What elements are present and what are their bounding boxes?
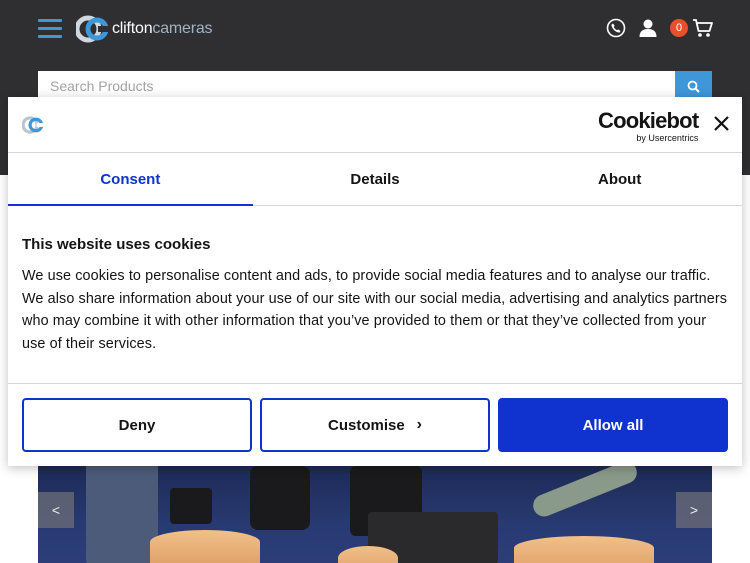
tab-consent[interactable]: Consent [8, 153, 253, 206]
menu-icon[interactable] [38, 19, 62, 39]
banner-pedestal [338, 546, 398, 563]
user-icon[interactable] [638, 18, 658, 38]
banner-scope-image [529, 466, 641, 520]
cookie-tabs: Consent Details About [8, 153, 742, 206]
banner-binoculars-image [250, 466, 310, 530]
cookie-dialog-header: Cookiebot by Usercentrics [8, 97, 742, 153]
cookie-dialog-title: This website uses cookies [22, 236, 211, 253]
cookie-dialog-buttons: Deny Customise › Allow all [22, 398, 728, 452]
basket-count-badge: 0 [670, 19, 688, 37]
cookie-dialog-text: We use cookies to personalise content an… [22, 268, 728, 352]
cookie-dialog-body: This website uses cookies We use cookies… [8, 206, 742, 384]
cookie-consent-dialog: Cookiebot by Usercentrics Consent Detail… [8, 97, 742, 466]
banner-pedestal [150, 530, 260, 563]
banner-person-image [86, 466, 158, 563]
banner-next-button[interactable]: > [676, 492, 712, 528]
banner-action-camera-image [170, 488, 212, 524]
tab-details[interactable]: Details [253, 153, 498, 205]
cookiebot-logo[interactable]: Cookiebot by Usercentrics [598, 108, 699, 144]
search-icon [687, 80, 700, 93]
site-logo[interactable]: cliftoncameras [76, 15, 213, 43]
deny-button[interactable]: Deny [22, 398, 252, 452]
hero-banner[interactable]: < > [38, 466, 712, 563]
phone-icon[interactable] [606, 18, 626, 38]
cart-icon [693, 19, 713, 37]
customise-button[interactable]: Customise › [260, 398, 490, 452]
clifton-logo-icon [22, 116, 44, 134]
close-icon[interactable] [713, 115, 730, 132]
cookiebot-brand-sub: by Usercentrics [636, 133, 699, 143]
logo-text: cliftoncameras [112, 20, 213, 37]
clifton-logo-icon [76, 15, 109, 43]
header-icons: 0 [606, 18, 714, 38]
allow-all-button[interactable]: Allow all [498, 398, 728, 452]
chevron-right-icon: › [416, 416, 422, 433]
basket[interactable]: 0 [670, 18, 714, 38]
banner-pedestal [514, 536, 654, 563]
tab-about[interactable]: About [497, 153, 742, 205]
cookiebot-brand-name: Cookiebot [598, 108, 699, 133]
banner-prev-button[interactable]: < [38, 492, 74, 528]
